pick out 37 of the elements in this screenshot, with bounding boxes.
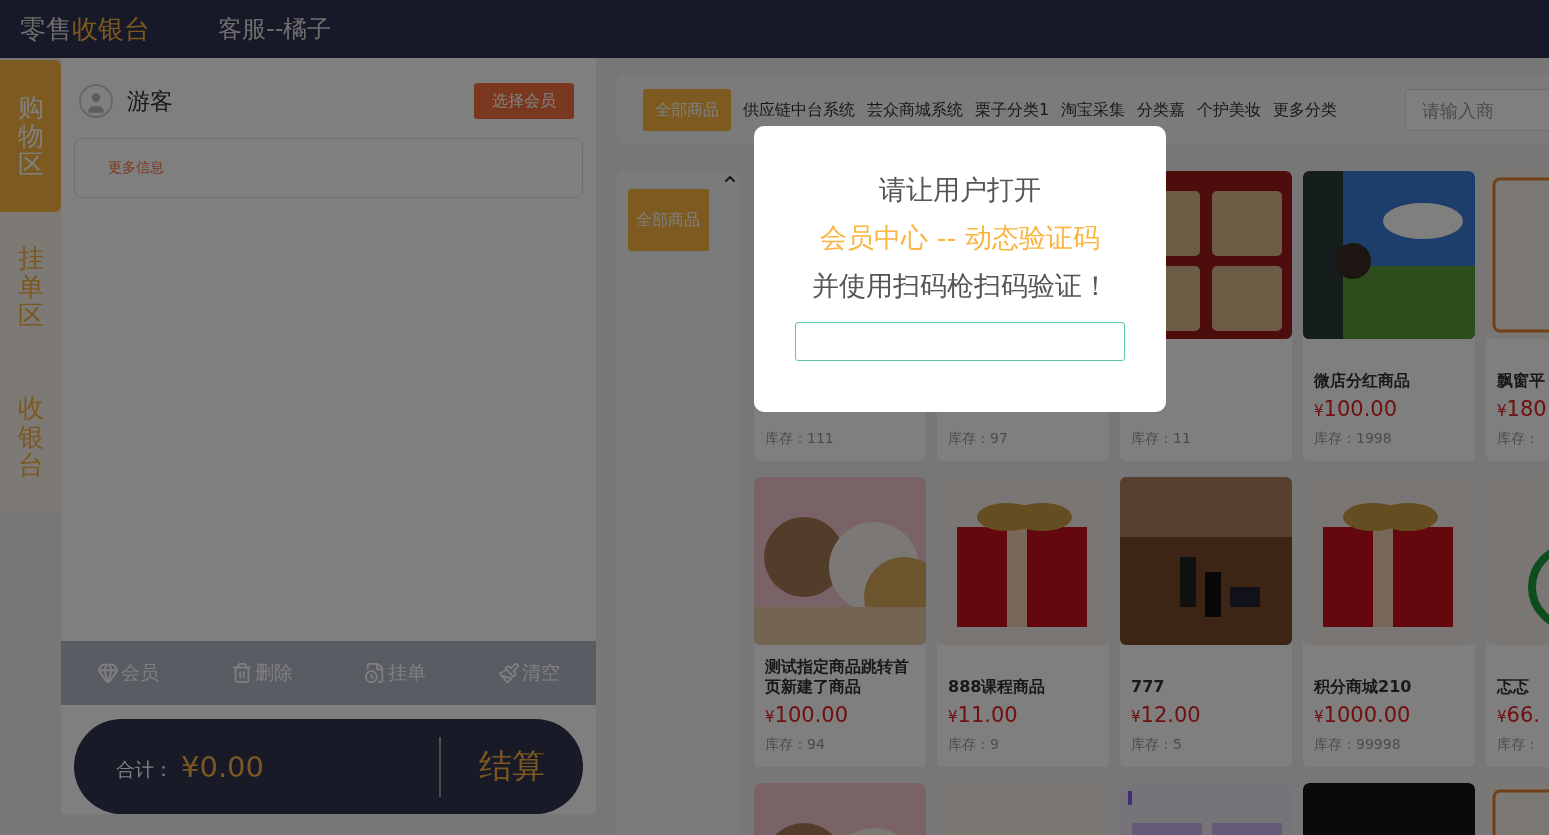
product-name: 测试指定商品跳转首页新建了商品 [765,657,910,697]
product-name: 微店分红商品 [1314,371,1410,391]
product-name: 积分商城210 [1314,677,1412,697]
app-title: 零售收银台 [20,12,150,46]
product-price: ¥11.00 [948,703,1019,728]
brush-icon [498,662,521,684]
category-tab[interactable]: 栗子分类1 [975,99,1050,121]
product-name: 飘窗平 [1497,371,1545,391]
product-name: 忑忑 [1497,677,1529,697]
user-icon [79,84,113,118]
product-price: ¥100.00 [765,703,850,728]
staff-name: 客服--橘子 [218,14,332,45]
category-tab[interactable]: 芸众商城系统 [867,99,963,121]
total-amount: ¥0.00 [181,749,266,784]
product-price: ¥100.00 [1314,397,1399,422]
select-member-button[interactable]: 选择会员 [474,83,574,119]
category-tab[interactable]: 供应链中台系统 [743,99,855,121]
product-price: ¥180 [1497,397,1548,422]
product-price: ¥12.00 [1131,703,1202,728]
category-tab[interactable]: 淘宝采集 [1061,99,1126,121]
dialog-highlight-text: 会员中心 -- 动态验证码 [820,221,1100,255]
category-tab[interactable]: 分类嘉 [1137,99,1186,121]
trash-icon [230,662,253,684]
category-tab[interactable]: 更多分类 [1273,99,1338,121]
dialog-text: 请让用户打开 [879,173,1041,207]
more-info-link[interactable]: 更多信息 [108,159,164,177]
product-name: 888课程商品 [948,677,1046,697]
dialog-text: 并使用扫码枪扫码验证！ [811,269,1109,303]
product-price: ¥1000.00 [1314,703,1412,728]
total-label: 合计： [116,756,173,782]
product-price: ¥66. [1497,703,1541,728]
product-name: 777 [1131,677,1165,697]
checkout-button[interactable]: 结算 [479,744,545,789]
category-tab[interactable]: 个护美妆 [1197,99,1262,121]
code-input-field[interactable] [795,322,1125,361]
gem-icon [96,662,119,684]
member-name: 游客 [127,86,174,116]
